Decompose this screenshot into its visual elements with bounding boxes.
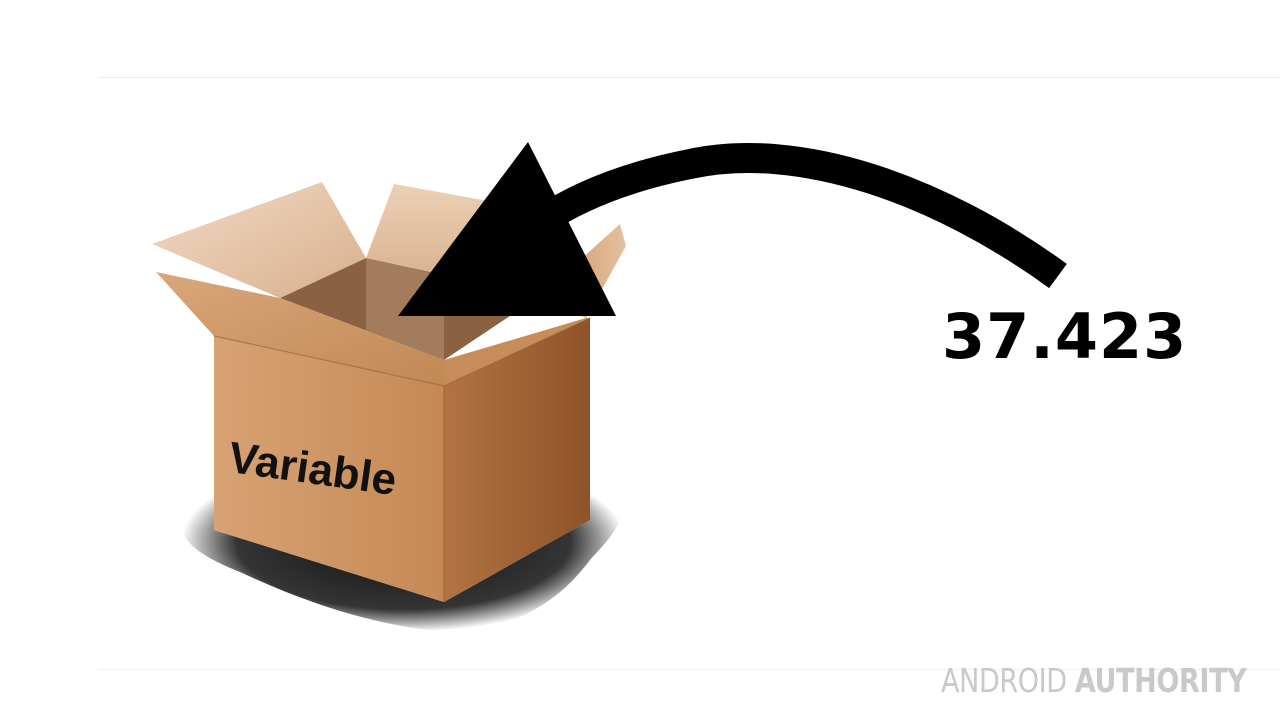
slide: Variable 37.423 ANDROID AUTHORITY (0, 0, 1280, 720)
curved-arrow-icon (398, 142, 1067, 316)
value-label: 37.423 (942, 300, 1188, 373)
watermark-part1: ANDROID (940, 661, 1067, 700)
watermark-logo: ANDROID AUTHORITY (940, 661, 1247, 700)
watermark-part2: AUTHORITY (1074, 661, 1247, 700)
